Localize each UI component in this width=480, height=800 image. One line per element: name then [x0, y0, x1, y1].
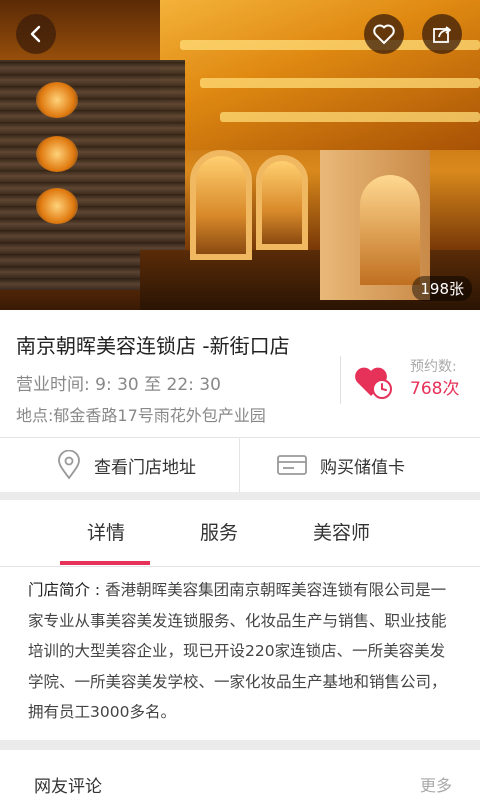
- photo-lamp: [36, 136, 78, 172]
- section-gap: [0, 740, 480, 750]
- photo-light-band: [200, 78, 480, 88]
- comments-title: 网友评论: [34, 777, 102, 797]
- store-description: 门店简介 : 香港朝晖美容集团南京朝晖美容连锁有限公司是一家专业从事美容美发连锁…: [28, 575, 458, 728]
- store-photo[interactable]: 198张: [0, 0, 480, 310]
- store-info-section: 南京朝晖美容连锁店 -新街口店 营业时间: 9: 30 至 22: 30 地点:…: [0, 310, 480, 437]
- view-address-button[interactable]: 查看门店地址: [56, 438, 196, 492]
- heart-icon: [373, 24, 395, 44]
- comments-more-link[interactable]: 更多: [420, 772, 452, 796]
- photo-lamp: [36, 188, 78, 224]
- photo-count-badge[interactable]: 198张: [412, 276, 472, 301]
- divider: [0, 566, 480, 567]
- photo-light-band: [220, 112, 480, 122]
- favorite-button[interactable]: [364, 14, 404, 54]
- heart-clock-icon: [355, 367, 392, 399]
- booking-count-value: 768次: [410, 379, 460, 399]
- booking-count-label: 预约数:: [410, 359, 457, 375]
- location-pin-icon: [58, 450, 80, 480]
- divider: [239, 438, 240, 492]
- photo-pillar-arch: [360, 175, 420, 285]
- share-icon: [433, 26, 451, 43]
- back-arrow-icon: [30, 25, 41, 43]
- photo-lamp: [36, 82, 78, 118]
- tab-beauticians[interactable]: 美容师: [313, 518, 370, 545]
- share-button[interactable]: [422, 14, 462, 54]
- business-hours: 营业时间: 9: 30 至 22: 30: [16, 375, 221, 395]
- divider: [340, 356, 341, 404]
- photo-arch: [256, 155, 308, 250]
- store-address: 地点:郁金香路17号雨花外包产业园: [16, 406, 266, 425]
- description-text: 香港朝晖美容集团南京朝晖美容连锁有限公司是一家专业从事美容美发连锁服务、化妆品生…: [28, 581, 447, 721]
- buy-card-button[interactable]: 购买储值卡: [276, 438, 405, 492]
- tab-services[interactable]: 服务: [200, 518, 238, 545]
- buy-card-label: 购买储值卡: [320, 457, 405, 478]
- section-gap: [0, 492, 480, 500]
- card-icon: [277, 455, 307, 475]
- action-row: 查看门店地址 购买储值卡: [0, 438, 480, 492]
- back-button[interactable]: [16, 14, 56, 54]
- tab-bar: 详情 服务 美容师: [0, 500, 480, 566]
- description-heading: 门店简介 :: [28, 581, 101, 599]
- photo-arch: [190, 150, 252, 260]
- store-name: 南京朝晖美容连锁店 -新街口店: [16, 334, 290, 358]
- comments-section: 网友评论 更多: [0, 750, 480, 800]
- view-address-label: 查看门店地址: [94, 457, 196, 478]
- active-tab-indicator: [60, 561, 150, 565]
- tab-details[interactable]: 详情: [87, 518, 125, 545]
